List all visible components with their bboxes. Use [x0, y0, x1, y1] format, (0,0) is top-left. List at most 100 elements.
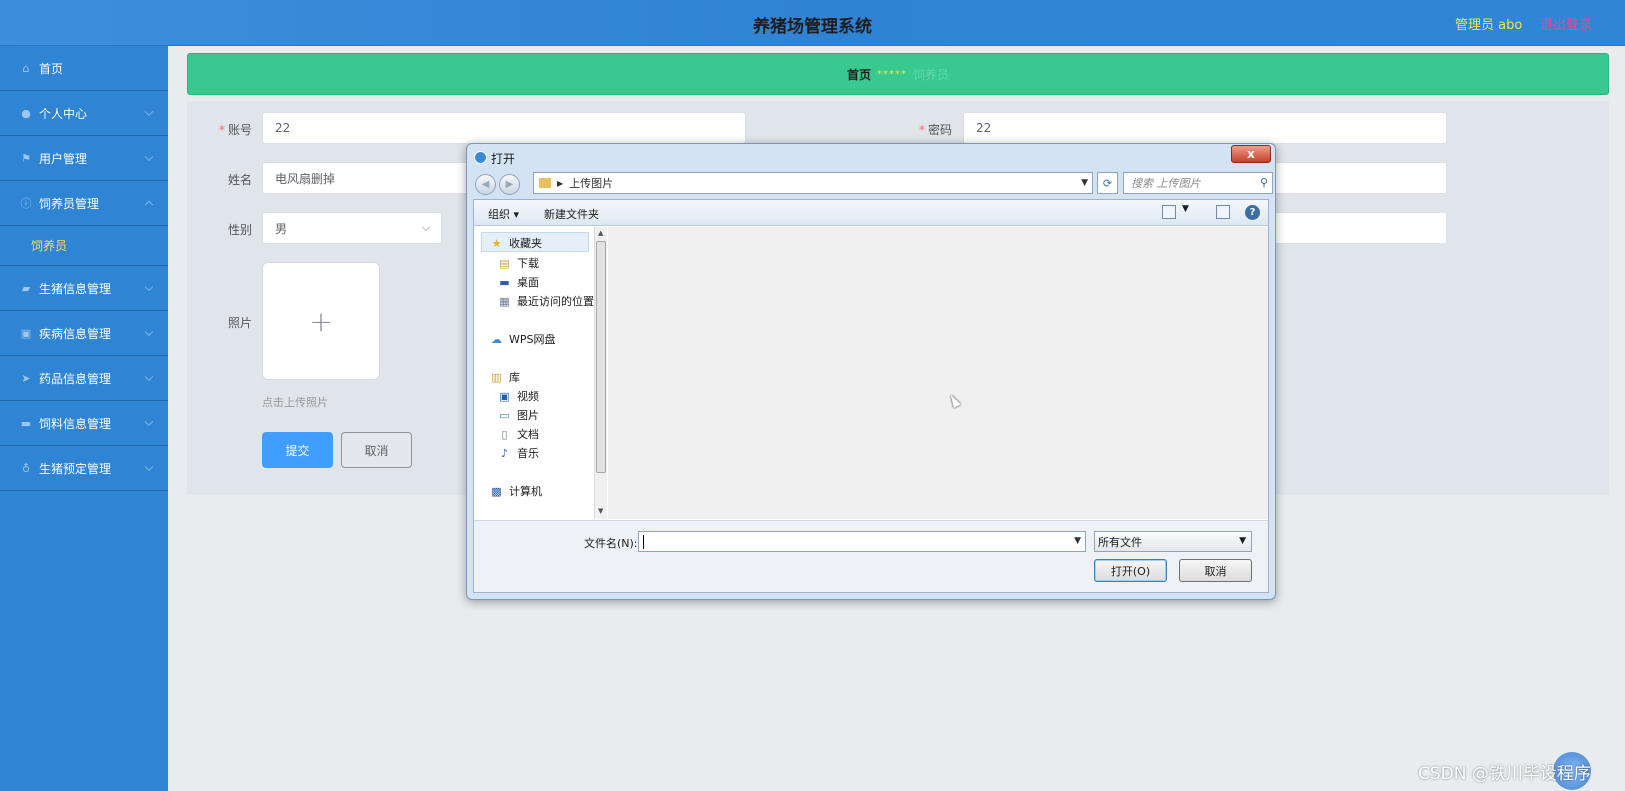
forward-button[interactable]: ▶: [499, 174, 520, 195]
cancel-button[interactable]: 取消: [341, 432, 412, 468]
tree-item-desktop[interactable]: ▬ 桌面: [498, 274, 539, 290]
chevron-down-icon: [421, 222, 431, 232]
video-icon: ▣: [499, 389, 510, 403]
library-icon: ▥: [491, 370, 502, 384]
refresh-button[interactable]: ⟳: [1097, 172, 1118, 194]
sidebar-item-home[interactable]: ⌂ 首页: [0, 46, 168, 91]
new-folder-button[interactable]: 新建文件夹: [544, 206, 599, 222]
help-icon[interactable]: ?: [1245, 205, 1260, 220]
gender-select[interactable]: 男: [262, 212, 442, 244]
preview-pane-icon[interactable]: [1216, 205, 1230, 219]
navigation-pane: ★ 收藏夹 ▤ 下载 ▬ 桌面 ▦ 最近访问的位置 ☁ WPS网盘 ▥ 库 ▣ …: [474, 227, 594, 519]
chevron-down-icon: [144, 282, 154, 292]
user-icon: ●: [21, 106, 31, 120]
tree-item-downloads[interactable]: ▤ 下载: [498, 255, 539, 271]
submit-button[interactable]: 提交: [262, 432, 333, 468]
view-mode-icon[interactable]: [1162, 205, 1176, 219]
upload-hint: 点击上传照片: [262, 396, 328, 409]
flag-icon: ⚑: [21, 151, 31, 165]
tree-item-recent[interactable]: ▦ 最近访问的位置: [498, 293, 594, 309]
tree-scrollbar[interactable]: ▲ ▼: [594, 227, 607, 519]
home-icon: ⌂: [22, 61, 30, 75]
sidebar-item-diseases[interactable]: ▣ 疾病信息管理: [0, 311, 168, 356]
name-label: 姓名: [227, 173, 252, 187]
medkit-icon: ▣: [20, 326, 32, 340]
dropdown-arrow-icon[interactable]: ▼: [1081, 178, 1088, 188]
dropdown-arrow-icon: ▼: [1239, 536, 1246, 546]
top-header: 养猪场管理系统 管理员 abo 退出登录: [0, 0, 1625, 46]
filetype-select[interactable]: 所有文件 ▼: [1094, 531, 1252, 552]
logout-link[interactable]: 退出登录: [1540, 14, 1592, 33]
back-arrow-icon: ◀: [481, 179, 490, 190]
chevron-down-icon: [144, 462, 154, 472]
filename-label: 文件名(N):: [584, 537, 638, 550]
organize-menu[interactable]: 组织 ▾: [488, 206, 519, 222]
account-label: * 账号: [218, 123, 252, 137]
sidebar-item-keepers[interactable]: ⓘ 饲养员管理: [0, 181, 168, 226]
dialog-app-icon: [474, 151, 487, 164]
tree-item-computer[interactable]: ▩ 计算机: [490, 483, 542, 499]
dialog-cancel-button[interactable]: 取消: [1179, 559, 1252, 582]
picture-icon: ▭: [499, 408, 510, 422]
account-input[interactable]: 22: [262, 112, 746, 144]
chevron-down-icon: [144, 107, 154, 117]
tree-item-favorites[interactable]: ★ 收藏夹: [490, 235, 542, 251]
sidebar-item-feed[interactable]: ▬ 饲料信息管理: [0, 401, 168, 446]
info-icon: ⓘ: [20, 197, 32, 210]
sidebar-item-pigs[interactable]: ▰ 生猪信息管理: [0, 266, 168, 311]
photo-upload[interactable]: +: [262, 262, 380, 380]
file-list-pane[interactable]: [608, 227, 1268, 519]
watermark: CSDN @铁川毕设程序: [1418, 764, 1591, 784]
sidebar-item-reservations[interactable]: ♁ 生猪预定管理: [0, 446, 168, 491]
open-button[interactable]: 打开(O): [1094, 559, 1167, 582]
tree-item-documents[interactable]: ▯ 文档: [498, 426, 539, 442]
mic-icon: ♁: [21, 461, 31, 475]
app-title: 养猪场管理系统: [753, 17, 872, 37]
chevron-down-icon: [144, 372, 154, 382]
desktop-icon: ▬: [499, 275, 510, 289]
sidebar-item-users[interactable]: ⚑ 用户管理: [0, 136, 168, 181]
send-icon: ➤: [21, 371, 31, 385]
tree-item-wps-drive[interactable]: ☁ WPS网盘: [490, 331, 556, 347]
sidebar-item-label: 饲养员管理: [39, 196, 100, 211]
breadcrumb: 首页 ***** 饲养员: [187, 53, 1609, 95]
sidebar-subitem-keeper[interactable]: 饲养员: [0, 226, 168, 266]
dialog-title: 打开: [491, 152, 516, 166]
address-path: 上传图片: [569, 177, 614, 190]
sidebar-item-label: 个人中心: [39, 106, 88, 121]
star-icon: ★: [491, 236, 502, 250]
dropdown-arrow-icon[interactable]: ▼: [1074, 536, 1081, 546]
text-caret: [643, 535, 644, 549]
filetype-value: 所有文件: [1098, 535, 1142, 549]
sidebar-item-profile[interactable]: ● 个人中心: [0, 91, 168, 136]
gender-value: 男: [275, 221, 288, 236]
breadcrumb-current: 饲养员: [913, 67, 950, 82]
scrollbar-thumb[interactable]: [596, 241, 606, 473]
tree-item-library[interactable]: ▥ 库: [490, 369, 520, 385]
view-dropdown-icon[interactable]: ▼: [1182, 204, 1189, 214]
search-input[interactable]: 搜索 上传图片 ⚲: [1123, 172, 1273, 194]
folder-icon: [539, 178, 551, 188]
plus-icon: +: [309, 304, 333, 338]
sidebar-item-label: 饲料信息管理: [39, 416, 112, 431]
sidebar: ⌂ 首页 ● 个人中心 ⚑ 用户管理 ⓘ 饲养员管理 饲养员 ▰ 生猪信息管理 …: [0, 46, 168, 791]
back-button[interactable]: ◀: [475, 174, 496, 195]
open-file-dialog: 打开 x ◀ ▶ ▶ 上传图片 ▼ ⟳ 搜索 上传图片 ⚲ 组织 ▾ 新建文件夹…: [466, 143, 1276, 600]
filename-input[interactable]: ▼: [638, 531, 1086, 552]
breadcrumb-home[interactable]: 首页: [847, 66, 871, 83]
scroll-up-icon[interactable]: ▲: [598, 229, 603, 237]
close-button[interactable]: x: [1231, 145, 1271, 163]
tree-item-music[interactable]: ♪ 音乐: [498, 445, 539, 461]
sidebar-item-label: 生猪信息管理: [39, 281, 112, 296]
photo-label: 照片: [227, 316, 252, 330]
dialog-footer: 文件名(N): ▼ 所有文件 ▼ 打开(O) 取消: [474, 520, 1268, 592]
tree-item-pictures[interactable]: ▭ 图片: [498, 407, 539, 423]
sidebar-item-label: 生猪预定管理: [39, 461, 112, 476]
address-bar[interactable]: ▶ 上传图片 ▼: [533, 172, 1093, 194]
dialog-body: 组织 ▾ 新建文件夹 ▼ ? ★ 收藏夹 ▤ 下载 ▬ 桌面 ▦ 最近访问的位置…: [473, 199, 1269, 593]
tree-item-videos[interactable]: ▣ 视频: [498, 388, 539, 404]
sidebar-item-medicine[interactable]: ➤ 药品信息管理: [0, 356, 168, 401]
password-input[interactable]: 22: [963, 112, 1447, 144]
refresh-icon: ⟳: [1102, 176, 1113, 190]
scroll-down-icon[interactable]: ▼: [598, 507, 603, 515]
